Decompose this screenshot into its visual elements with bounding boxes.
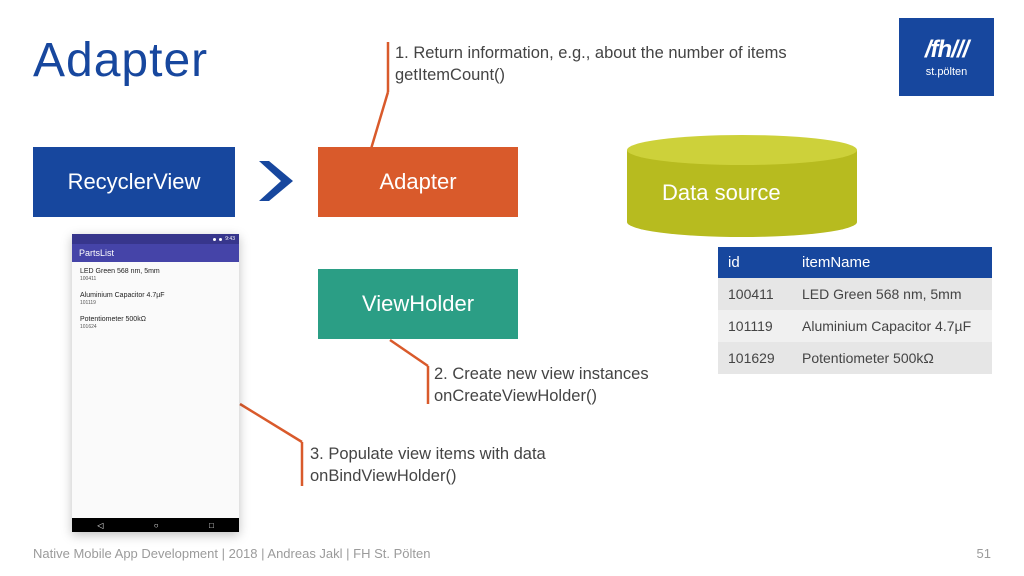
phone-list-item: LED Green 568 nm, 5mm 100411 (72, 262, 239, 286)
datasource-label: Data source (662, 180, 781, 206)
phone-nav-bar: ◁ ○ □ (72, 518, 239, 532)
note-1-line-1: 1. Return information, e.g., about the n… (395, 42, 845, 64)
data-source-table: id itemName 100411 LED Green 568 nm, 5mm… (718, 247, 992, 374)
table-cell-name: Aluminium Capacitor 4.7µF (792, 310, 992, 342)
logo-sub-text: st.pölten (926, 66, 968, 78)
table-cell-id: 101119 (718, 310, 792, 342)
phone-time: 9:43 (225, 236, 235, 242)
note-1: 1. Return information, e.g., about the n… (395, 42, 845, 87)
note-2-line-2: onCreateViewHolder() (434, 385, 649, 407)
adapter-box: Adapter (318, 147, 518, 217)
nav-recent-icon: □ (209, 521, 214, 530)
note-3: 3. Populate view items with data onBindV… (310, 443, 546, 488)
phone-mockup: 9:43 PartsList LED Green 568 nm, 5mm 100… (72, 234, 239, 532)
phone-list: LED Green 568 nm, 5mm 100411 Aluminium C… (72, 262, 239, 334)
note-2-line-1: 2. Create new view instances (434, 363, 649, 385)
table-row: 101629 Potentiometer 500kΩ (718, 342, 992, 374)
phone-app-bar: PartsList (72, 244, 239, 262)
note-2: 2. Create new view instances onCreateVie… (434, 363, 649, 408)
slide-footer: Native Mobile App Development | 2018 | A… (33, 546, 430, 561)
phone-item-title: Potentiometer 500kΩ (80, 316, 231, 323)
phone-item-title: Aluminium Capacitor 4.7µF (80, 292, 231, 299)
note-3-line-1: 3. Populate view items with data (310, 443, 546, 465)
fh-logo: /fh/// st.pölten (899, 18, 994, 96)
table-header-name: itemName (792, 247, 992, 278)
phone-list-item: Aluminium Capacitor 4.7µF 101119 (72, 286, 239, 310)
note-3-line-2: onBindViewHolder() (310, 465, 546, 487)
slide-title: Adapter (33, 33, 208, 88)
phone-status-bar: 9:43 (72, 234, 239, 244)
connector-note-3 (236, 400, 306, 490)
logo-main-text: /fh/// (925, 36, 968, 64)
phone-item-title: LED Green 568 nm, 5mm (80, 268, 231, 275)
recyclerview-box: RecyclerView (33, 147, 235, 217)
table-header-id: id (718, 247, 792, 278)
phone-item-sub: 101624 (80, 324, 231, 330)
connector-note-2 (388, 338, 434, 408)
table-cell-id: 100411 (718, 278, 792, 310)
table-cell-id: 101629 (718, 342, 792, 374)
chevron-right-icon (255, 159, 299, 203)
nav-back-icon: ◁ (97, 521, 103, 530)
phone-list-item: Potentiometer 500kΩ 101624 (72, 310, 239, 334)
table-cell-name: Potentiometer 500kΩ (792, 342, 992, 374)
table-row: 101119 Aluminium Capacitor 4.7µF (718, 310, 992, 342)
nav-home-icon: ○ (154, 521, 159, 530)
viewholder-box: ViewHolder (318, 269, 518, 339)
note-1-line-2: getItemCount() (395, 64, 845, 86)
table-header-row: id itemName (718, 247, 992, 278)
slide-page-number: 51 (977, 546, 991, 561)
table-row: 100411 LED Green 568 nm, 5mm (718, 278, 992, 310)
table-cell-name: LED Green 568 nm, 5mm (792, 278, 992, 310)
phone-item-sub: 101119 (80, 300, 231, 306)
phone-item-sub: 100411 (80, 276, 231, 282)
